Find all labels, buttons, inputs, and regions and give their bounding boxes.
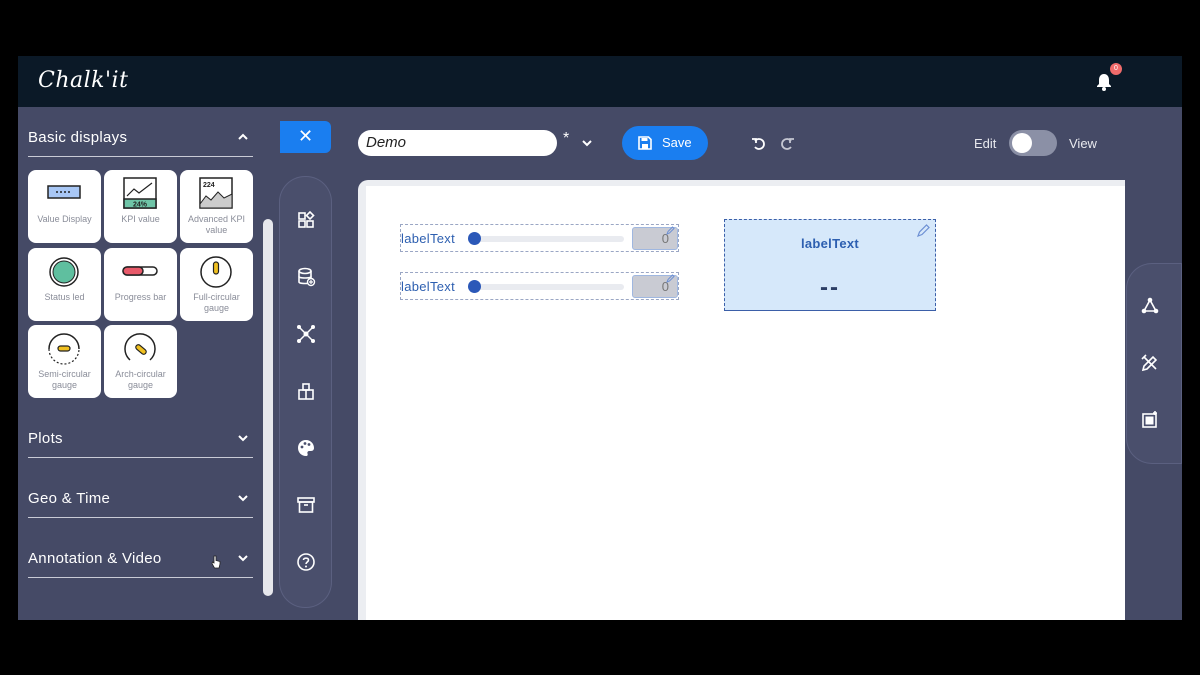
section-title: Annotation & Video — [28, 550, 162, 567]
mouse-cursor-icon — [211, 555, 221, 569]
close-panel-button[interactable]: ✕ — [280, 121, 331, 153]
widget-full-circular-gauge[interactable]: Full-circular gauge — [180, 248, 253, 321]
advanced-kpi-icon: 224 — [199, 177, 233, 209]
arch-circular-gauge-icon — [124, 333, 156, 361]
slider-label: labelText — [401, 231, 456, 246]
widget-label: Full-circular gauge — [193, 292, 240, 313]
widget-label: KPI value — [121, 214, 160, 224]
chevron-down-icon[interactable] — [237, 492, 249, 504]
svg-text:224: 224 — [203, 182, 215, 189]
slider-track[interactable] — [469, 284, 624, 290]
theme-icon[interactable] — [296, 438, 316, 458]
semi-circular-gauge-icon — [48, 333, 80, 365]
redo-icon[interactable] — [779, 136, 795, 152]
widget-label: Value Display — [37, 214, 92, 224]
widget-label: Arch-circular gauge — [115, 369, 166, 390]
section-title: Basic displays — [28, 129, 128, 146]
file-name-input[interactable] — [358, 130, 557, 156]
view-mode-label: View — [1069, 136, 1097, 151]
full-circular-gauge-icon — [200, 256, 232, 288]
widget-label: Progress bar — [114, 292, 167, 302]
widget-label: Advanced KPI value — [187, 214, 246, 235]
slider-widget[interactable]: labelText 0 — [400, 272, 679, 300]
value-display-label: labelText — [800, 236, 860, 251]
svg-text:24%: 24% — [133, 202, 148, 209]
right-tool-rail — [1126, 263, 1182, 464]
chevron-down-icon[interactable] — [237, 432, 249, 444]
save-button[interactable]: Save — [622, 126, 708, 160]
widget-status-led[interactable]: Status led — [28, 248, 101, 321]
value-display-value: -- — [820, 274, 840, 301]
chevron-down-icon[interactable] — [581, 137, 593, 149]
slider-widget[interactable]: labelText 0 — [400, 224, 679, 252]
toggle-knob — [1012, 133, 1032, 153]
slider-thumb[interactable] — [468, 232, 481, 245]
edit-pencil-icon[interactable] — [666, 226, 675, 235]
notification-bell-icon[interactable] — [1094, 72, 1114, 92]
undo-icon[interactable] — [751, 136, 767, 152]
save-label: Save — [662, 135, 692, 150]
status-led-icon — [49, 257, 79, 287]
tool-rail — [279, 176, 332, 608]
help-icon[interactable] — [296, 552, 316, 572]
slider-thumb[interactable] — [468, 280, 481, 293]
unsaved-marker: * — [563, 130, 570, 147]
section-geo-time[interactable]: Geo & Time — [28, 488, 253, 518]
graph-icon[interactable] — [296, 324, 316, 344]
widget-advanced-kpi[interactable]: 224 Advanced KPI value — [180, 170, 253, 243]
panel-scrollbar[interactable] — [263, 219, 273, 596]
top-bar: Chalk'it 0 — [18, 56, 1182, 107]
app-logo[interactable]: Chalk'it — [38, 68, 128, 93]
widget-value-display[interactable]: Value Display — [28, 170, 101, 243]
chevron-up-icon[interactable] — [237, 131, 249, 143]
aspect-icon[interactable] — [1140, 410, 1160, 430]
widget-library-panel: Basic displays Value Display 24% KPI val… — [18, 107, 274, 620]
widget-label: Semi-circular gauge — [38, 369, 91, 390]
libraries-icon[interactable] — [296, 381, 316, 401]
slider-label: labelText — [401, 279, 456, 294]
chevron-down-icon[interactable] — [237, 552, 249, 564]
format-icon[interactable] — [1140, 353, 1160, 373]
notification-badge: 0 — [1110, 63, 1122, 75]
section-title: Geo & Time — [28, 490, 111, 507]
widgets-icon[interactable] — [296, 210, 316, 230]
app-window: Chalk'it 0 Basic displays Value Display — [18, 56, 1182, 620]
widget-kpi-value[interactable]: 24% KPI value — [104, 170, 177, 243]
widget-arch-circular-gauge[interactable]: Arch-circular gauge — [104, 325, 177, 398]
widget-progress-bar[interactable]: Progress bar — [104, 248, 177, 321]
floppy-disk-icon — [638, 136, 652, 150]
edit-pencil-icon[interactable] — [917, 224, 930, 237]
slider-track[interactable] — [469, 236, 624, 242]
edit-pencil-icon[interactable] — [666, 274, 675, 283]
progress-bar-icon — [122, 266, 158, 276]
archive-icon[interactable] — [296, 495, 316, 515]
edit-view-toggle[interactable] — [1009, 130, 1057, 156]
value-display-icon — [47, 185, 81, 199]
section-basic-displays[interactable]: Basic displays — [28, 127, 253, 157]
section-title: Plots — [28, 430, 63, 447]
section-plots[interactable]: Plots — [28, 428, 253, 458]
edit-mode-label: Edit — [974, 136, 997, 151]
datanodes-icon[interactable] — [296, 267, 316, 287]
value-display-widget[interactable]: labelText -- — [724, 219, 936, 311]
kpi-value-icon: 24% — [123, 177, 157, 209]
widget-label: Status led — [44, 292, 85, 302]
connect-icon[interactable] — [1140, 296, 1160, 316]
widget-semi-circular-gauge[interactable]: Semi-circular gauge — [28, 325, 101, 398]
